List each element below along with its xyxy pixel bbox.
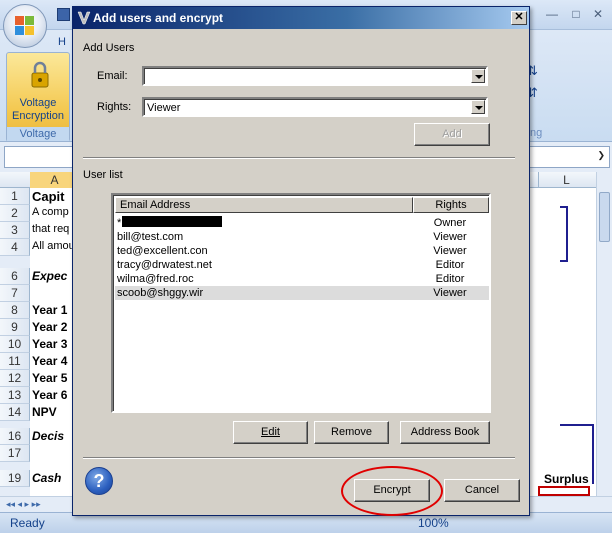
- office-logo-icon: [15, 16, 35, 36]
- user-list-row[interactable]: wilma@fred.roc Editor: [115, 272, 489, 286]
- user-email-text: wilma@fred.roc: [117, 273, 194, 285]
- close-icon[interactable]: ✕: [511, 11, 527, 25]
- email-field[interactable]: [142, 66, 488, 86]
- user-email: tracy@drwatest.net: [117, 258, 212, 272]
- user-list[interactable]: Email Address Rights * Owner bill@test.com…: [111, 193, 491, 413]
- surplus-value-cell: [538, 486, 590, 496]
- row-header[interactable]: 1: [0, 188, 30, 205]
- user-rights: Editor: [435, 259, 465, 271]
- save-icon[interactable]: [57, 8, 70, 21]
- user-email-text: scoob@shggy.wir: [117, 287, 204, 299]
- office-button[interactable]: [3, 4, 47, 48]
- voltage-group-label: Voltage: [7, 127, 69, 141]
- user-list-row[interactable]: scoob@shggy.wir Viewer: [115, 286, 489, 300]
- surplus-cell: Surplus: [544, 472, 589, 486]
- row-header[interactable]: 12: [0, 370, 30, 387]
- user-email: ted@excellent.con: [117, 244, 208, 258]
- column-header-rights[interactable]: Rights: [413, 197, 489, 213]
- edit-button-label: Edit: [261, 426, 280, 438]
- row-header[interactable]: 3: [0, 222, 30, 239]
- voltage-encryption-button[interactable]: Voltage Encryption Voltage: [6, 52, 70, 142]
- column-header-l[interactable]: L: [538, 172, 594, 188]
- row-header[interactable]: 19: [0, 470, 30, 487]
- chevron-down-icon[interactable]: [471, 69, 485, 83]
- row-header[interactable]: 4: [0, 239, 30, 256]
- address-book-button[interactable]: Address Book: [400, 421, 490, 444]
- row-header[interactable]: 2: [0, 205, 30, 222]
- sheet-nav-icons[interactable]: ◂◂ ◂ ▸ ▸▸: [6, 499, 41, 510]
- column-header-email[interactable]: Email Address: [115, 197, 413, 213]
- dialog-titlebar[interactable]: Add users and encrypt ✕: [73, 7, 529, 29]
- status-ready: Ready: [10, 516, 45, 530]
- vertical-scrollbar[interactable]: [596, 172, 612, 496]
- row-header[interactable]: 17: [0, 445, 30, 462]
- row-header[interactable]: 16: [0, 428, 30, 445]
- user-rights: Viewer: [433, 245, 467, 257]
- user-email: wilma@fred.roc: [117, 272, 194, 286]
- remove-button-label: Remove: [331, 426, 372, 438]
- zoom-level[interactable]: 100%: [418, 516, 449, 530]
- maximize-icon[interactable]: □: [566, 6, 586, 22]
- user-list-row[interactable]: ted@excellent.con Viewer: [115, 244, 489, 258]
- divider: [83, 457, 515, 459]
- encrypt-button[interactable]: Encrypt: [354, 479, 430, 502]
- user-email: bill@test.com: [117, 230, 183, 244]
- user-list-row[interactable]: tracy@drwatest.net Editor: [115, 258, 489, 272]
- user-email-text: tracy@drwatest.net: [117, 259, 212, 271]
- rights-select[interactable]: Viewer: [142, 97, 488, 117]
- row-header[interactable]: 6: [0, 268, 30, 285]
- row-header[interactable]: 7: [0, 285, 30, 302]
- cancel-button[interactable]: Cancel: [444, 479, 520, 502]
- dialog-title: Add users and encrypt: [93, 11, 224, 25]
- row-header[interactable]: 13: [0, 387, 30, 404]
- row-header[interactable]: 10: [0, 336, 30, 353]
- add-button[interactable]: Add: [414, 123, 490, 146]
- lock-key-icon: [31, 61, 49, 88]
- encrypt-button-label: Encrypt: [373, 484, 411, 496]
- row-header[interactable]: 11: [0, 353, 30, 370]
- expand-formula-bar-icon[interactable]: ❯: [597, 150, 605, 161]
- help-icon[interactable]: ?: [85, 467, 113, 495]
- user-email-text: bill@test.com: [117, 231, 184, 243]
- user-email: scoob@shggy.wir: [117, 286, 203, 300]
- chevron-down-icon[interactable]: [471, 100, 485, 114]
- user-rights: Viewer: [433, 231, 467, 243]
- row-header[interactable]: 9: [0, 319, 30, 336]
- rights-label: Rights:: [97, 101, 132, 113]
- minimize-icon[interactable]: —: [542, 6, 562, 22]
- user-list-heading: User list: [83, 169, 123, 181]
- row-header[interactable]: 14: [0, 404, 30, 421]
- email-label: Email:: [97, 70, 128, 82]
- ribbon-tab-home[interactable]: H: [58, 36, 66, 48]
- voltage-button-label: Voltage Encryption: [12, 97, 64, 122]
- remove-button[interactable]: Remove: [314, 421, 389, 444]
- voltage-app-icon: [77, 11, 91, 25]
- address-book-button-label: Address Book: [410, 426, 480, 438]
- user-list-header: Email Address Rights: [115, 197, 489, 213]
- row-header[interactable]: 8: [0, 302, 30, 319]
- scroll-thumb[interactable]: [599, 192, 610, 242]
- rights-value: Viewer: [147, 102, 181, 114]
- cell-border: [560, 206, 568, 262]
- user-list-row[interactable]: * Owner: [115, 216, 489, 230]
- close-icon[interactable]: ✕: [588, 6, 608, 22]
- user-email-text: *: [117, 217, 122, 229]
- ribbon-group-label-partial: ng: [530, 127, 543, 139]
- user-email: *: [117, 216, 223, 230]
- cancel-button-label: Cancel: [464, 484, 500, 496]
- user-email-text: ted@excellent.con: [117, 245, 208, 257]
- add-users-heading: Add Users: [83, 42, 135, 54]
- user-rights: Viewer: [433, 287, 467, 299]
- user-list-row[interactable]: bill@test.com Viewer: [115, 230, 489, 244]
- redacted-email-bar: [122, 216, 223, 227]
- user-rights: Owner: [433, 217, 467, 229]
- add-users-encrypt-dialog: Add users and encrypt ✕ Add Users Email:…: [72, 6, 530, 516]
- divider: [83, 157, 515, 159]
- user-rights: Editor: [435, 273, 465, 285]
- edit-button[interactable]: Edit: [233, 421, 308, 444]
